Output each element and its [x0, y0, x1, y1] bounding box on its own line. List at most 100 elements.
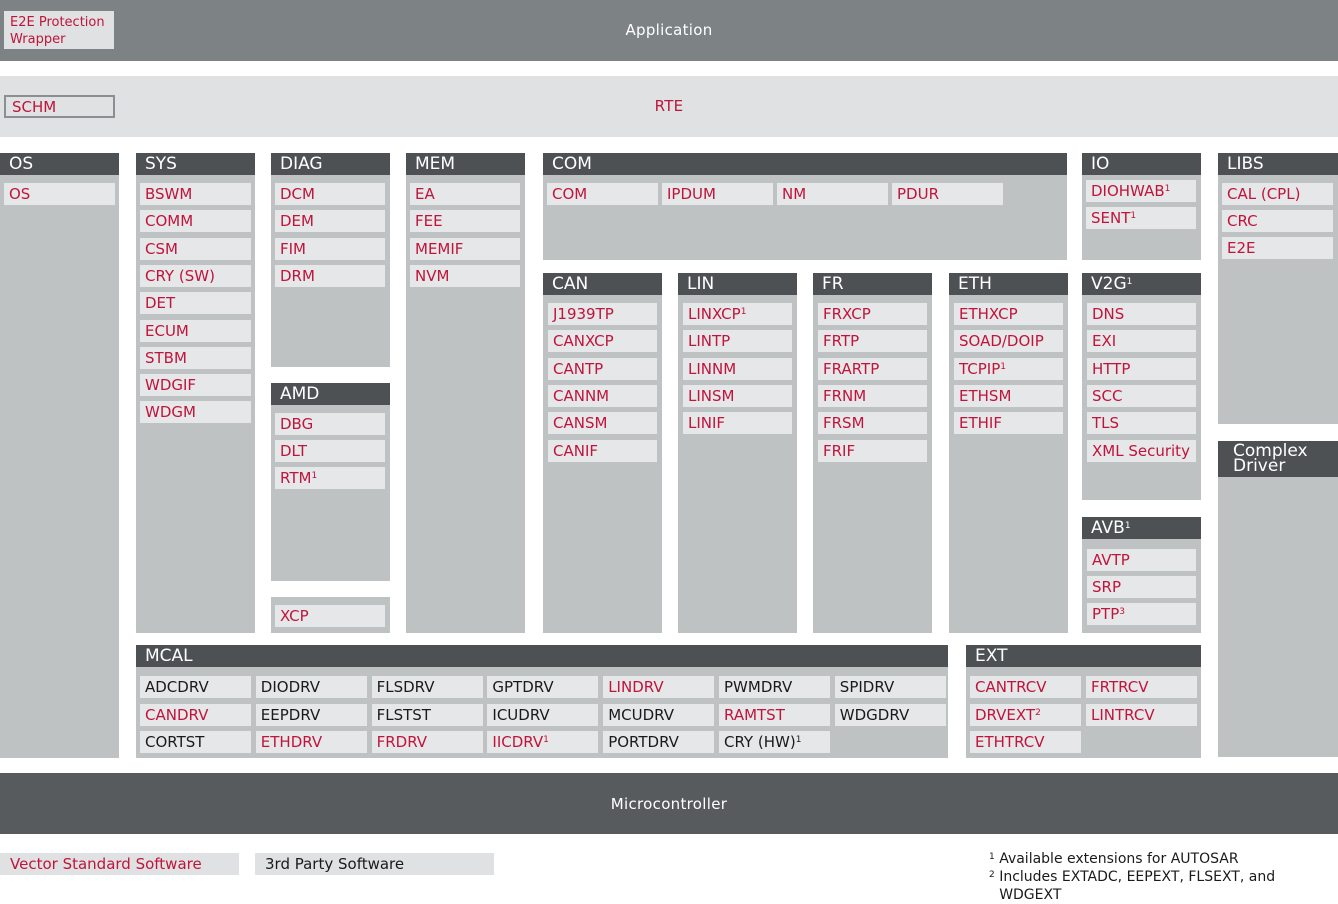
mcal-iicdrv-footnote-marker: 1 — [543, 735, 549, 745]
column-header-diag: DIAG — [271, 153, 390, 175]
column-header-ext: EXT — [966, 645, 1201, 667]
microcontroller-label: Microcontroller — [610, 795, 728, 813]
module-crc: CRC — [1222, 210, 1333, 232]
module-diohwab-footnote-marker: 1 — [1164, 184, 1171, 194]
mcal-iicdrv-label: IICDRV — [492, 733, 544, 751]
module-canxcp-label: CANXCP — [553, 332, 614, 351]
module-e2e-label: E2E — [1227, 239, 1256, 257]
module-ea-label: EA — [415, 185, 435, 203]
module-cantp-label: CANTP — [553, 359, 604, 378]
module-sent-footnote-marker: 1 — [1130, 211, 1137, 221]
module-ptp: PTP3 — [1087, 603, 1196, 625]
module-frartp-label: FRARTP — [823, 359, 880, 378]
module-dcm-label: DCM — [280, 185, 315, 203]
ext-cantrcv-label: CANTRCV — [975, 678, 1047, 696]
mcal-lindrv-label: LINDRV — [608, 678, 664, 696]
module-drm: DRM — [275, 264, 385, 287]
footnote-1-text: Available extensions for AUTOSAR — [999, 851, 1239, 867]
module-csm-label: CSM — [145, 239, 178, 258]
mcal-icudrv: ICUDRV — [487, 703, 599, 726]
footnote-2: 2 Includes EXTADC, EEPEXT, FLSEXT, and W… — [989, 868, 1334, 904]
mcal-flsdrv: FLSDRV — [371, 676, 483, 698]
module-ethsm: ETHSM — [954, 384, 1063, 407]
module-scc-label: SCC — [1092, 386, 1123, 405]
module-canif: CANIF — [548, 439, 657, 462]
module-cansm-label: CANSM — [553, 414, 608, 433]
ext-ethtrcv: ETHTRCV — [970, 731, 1081, 753]
module-dcm: DCM — [275, 183, 385, 205]
module-cal-cpl--label: CAL (CPL) — [1227, 185, 1301, 203]
module-lintp-label: LINTP — [688, 332, 731, 351]
column-complex-driver — [1218, 441, 1338, 757]
mcal-mcudrv: MCUDRV — [603, 703, 715, 726]
module-frsm-label: FRSM — [823, 414, 865, 433]
module-frif: FRIF — [818, 439, 927, 462]
module-j1939tp: J1939TP — [548, 303, 657, 325]
mcal-mcudrv-label: MCUDRV — [608, 705, 674, 724]
mcal-flstst: FLSTST — [371, 703, 483, 726]
module-j1939tp-label: J1939TP — [553, 305, 614, 323]
module-avtp: AVTP — [1087, 549, 1196, 571]
module-linsm: LINSM — [683, 384, 792, 407]
module-com-nm: NM — [777, 183, 888, 205]
module-lintp: LINTP — [683, 330, 792, 353]
module-frsm: FRSM — [818, 412, 927, 435]
module-cansm: CANSM — [548, 412, 657, 435]
column-header-io: IO — [1082, 153, 1201, 175]
mcal-cry-hw-: CRY (HW)1 — [719, 731, 830, 753]
module-com-ipdum: IPDUM — [662, 183, 773, 205]
ext-cantrcv: CANTRCV — [970, 676, 1081, 698]
rte-layer: RTE — [0, 76, 1338, 137]
ext-ethtrcv-label: ETHTRCV — [975, 733, 1045, 751]
module-frxcp: FRXCP — [818, 303, 927, 325]
mcal-cortst-label: CORTST — [145, 733, 205, 751]
module-com-com: COM — [547, 183, 658, 205]
module-fim-label: FIM — [280, 239, 306, 258]
module-memif-label: MEMIF — [415, 239, 464, 258]
module-sent-label: SENT — [1091, 209, 1131, 227]
mcal-frdrv: FRDRV — [371, 731, 483, 753]
mcal-cortst: CORTST — [140, 731, 251, 753]
module-tcpip: TCPIP1 — [954, 357, 1063, 380]
module-srp: SRP — [1087, 576, 1196, 598]
module-soad-doip: SOAD/DOIP — [954, 330, 1063, 353]
module-ethsm-label: ETHSM — [959, 386, 1012, 405]
module-linsm-label: LINSM — [688, 386, 735, 405]
module-tcpip-label: TCPIP — [959, 359, 1001, 378]
column-header-avb: AVB1 — [1082, 517, 1201, 539]
module-com-pdur-label: PDUR — [897, 185, 939, 203]
module-diohwab-label: DIOHWAB — [1091, 182, 1165, 200]
module-stbm: STBM — [140, 346, 251, 369]
column-header-mcal: MCAL — [136, 645, 948, 667]
module-fee-label: FEE — [415, 212, 443, 231]
mcal-frdrv-label: FRDRV — [376, 733, 428, 751]
module-dbg-label: DBG — [280, 415, 314, 433]
mcal-ethdrv-label: ETHDRV — [260, 733, 323, 751]
module-xml-security-label: XML Security — [1092, 441, 1190, 460]
mcal-diodrv-label: DIODRV — [260, 678, 320, 696]
module-nvm-label: NVM — [415, 266, 450, 285]
module-tls-label: TLS — [1092, 414, 1120, 433]
module-bswm: BSWM — [140, 183, 251, 205]
column-header-v2g-sup: 1 — [1126, 277, 1133, 287]
module-dlt: DLT — [275, 440, 385, 462]
module-exi-label: EXI — [1092, 332, 1117, 351]
footnote-1: 1 Available extensions for AUTOSAR — [989, 850, 1334, 868]
module-avtp-label: AVTP — [1092, 551, 1130, 569]
module-comm: COMM — [140, 210, 251, 233]
module-dbg: DBG — [275, 413, 385, 435]
module-tls: TLS — [1087, 412, 1196, 435]
mcal-ramtst: RAMTST — [719, 703, 830, 726]
mcal-spidrv-label: SPIDRV — [839, 678, 895, 696]
mcal-icudrv-label: ICUDRV — [492, 705, 550, 724]
module-frtp-label: FRTP — [823, 332, 860, 351]
module-dns: DNS — [1087, 303, 1196, 325]
module-http-label: HTTP — [1092, 359, 1131, 378]
mcal-portdrv: PORTDRV — [603, 731, 715, 753]
ext-drvext-footnote-marker: 2 — [1035, 707, 1041, 718]
column-header-com: COM — [543, 153, 1067, 175]
module-dem: DEM — [275, 210, 385, 233]
ext-drvext: DRVEXT2 — [970, 703, 1081, 726]
column-header-eth: ETH — [949, 273, 1068, 295]
column-header-os: OS — [0, 153, 119, 175]
